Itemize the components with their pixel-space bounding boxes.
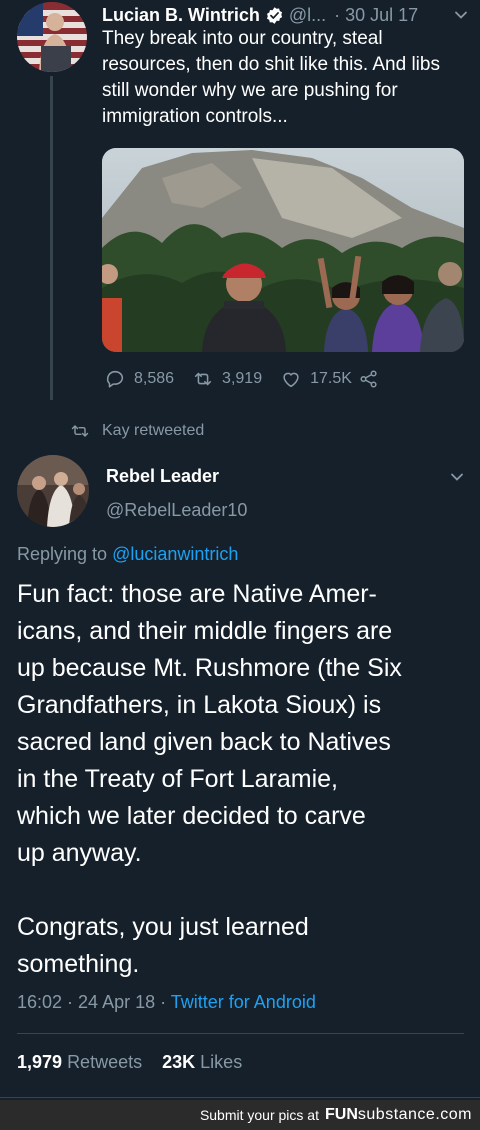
tweet-stats: 1,979 Retweets 23K Likes: [17, 1052, 242, 1073]
retweet-action[interactable]: 3,919: [192, 368, 262, 390]
retweets-stat[interactable]: 1,979 Retweets: [17, 1052, 142, 1072]
replying-mention-link[interactable]: @lucianwintrich: [112, 544, 238, 564]
tweet1-header: Lucian B. Wintrich @l... · 30 Jul 17: [102, 2, 474, 28]
replying-to: Replying to @lucianwintrich: [17, 544, 238, 565]
brand-com: .com: [435, 1106, 472, 1123]
retweeted-by-text: Kay retweeted: [102, 422, 205, 439]
likes-stat[interactable]: 23K Likes: [162, 1052, 242, 1072]
photo-image: [102, 148, 464, 352]
watermark-brand: FUNsubstance.com: [325, 1106, 472, 1124]
replying-prefix: Replying to: [17, 544, 113, 564]
author-name[interactable]: Lucian B. Wintrich: [102, 5, 260, 26]
tweet-photo[interactable]: [102, 148, 464, 352]
author-avatar-2[interactable]: [17, 455, 89, 527]
author-handle[interactable]: @l...: [289, 5, 326, 26]
tweet-meta: 16:02 · 24 Apr 18 · Twitter for Android: [17, 992, 316, 1013]
divider-bottom: [0, 1097, 480, 1098]
chevron-down-icon-2[interactable]: [450, 470, 464, 484]
likes-word: Likes: [200, 1052, 243, 1072]
heart-icon: [283, 372, 299, 388]
brand-substance: substance: [357, 1106, 436, 1123]
tweet-date[interactable]: · 30 Jul 17: [334, 5, 418, 26]
tweet1-text: They break into our country, steal resou…: [102, 28, 440, 127]
avatar-image-2: [17, 455, 89, 527]
verified-badge-icon: [266, 6, 282, 24]
retweet-icon: [194, 372, 212, 386]
likes-count: 23K: [162, 1052, 196, 1072]
like-count: 17.5K: [310, 370, 352, 387]
retweet-small-icon: [71, 425, 89, 437]
author-name-2[interactable]: Rebel Leader: [106, 466, 219, 487]
author-handle-2[interactable]: @RebelLeader10: [106, 500, 247, 521]
reply-action[interactable]: 8,586: [104, 368, 174, 390]
share-action[interactable]: [358, 368, 380, 390]
reply-icon: [106, 370, 124, 388]
retweets-count: 1,979: [17, 1052, 63, 1072]
retweeted-by-label[interactable]: Kay retweeted: [70, 420, 204, 442]
author-avatar[interactable]: [17, 2, 87, 72]
tweet2-text: Fun fact: those are Native Amer- icans, …: [17, 580, 402, 978]
watermark-bar: Submit your pics at FUNsubstance.com: [0, 1100, 480, 1130]
reply-count: 8,586: [134, 370, 175, 387]
brand-fun: FUN: [325, 1106, 358, 1123]
chevron-down-icon[interactable]: [454, 8, 468, 22]
like-action[interactable]: 17.5K: [280, 368, 352, 390]
tweet-client-link[interactable]: Twitter for Android: [171, 992, 316, 1012]
share-icon: [360, 370, 377, 388]
thread-line: [50, 76, 53, 400]
retweets-word: Retweets: [67, 1052, 143, 1072]
tweet-timestamp[interactable]: 16:02 · 24 Apr 18 ·: [17, 992, 171, 1012]
avatar-image: [17, 2, 87, 72]
divider: [17, 1033, 464, 1034]
retweet-count: 3,919: [222, 370, 263, 387]
tweet1-actions: 8,586 3,919 17.5K: [104, 366, 444, 392]
watermark-text: Submit your pics at: [199, 1107, 319, 1123]
